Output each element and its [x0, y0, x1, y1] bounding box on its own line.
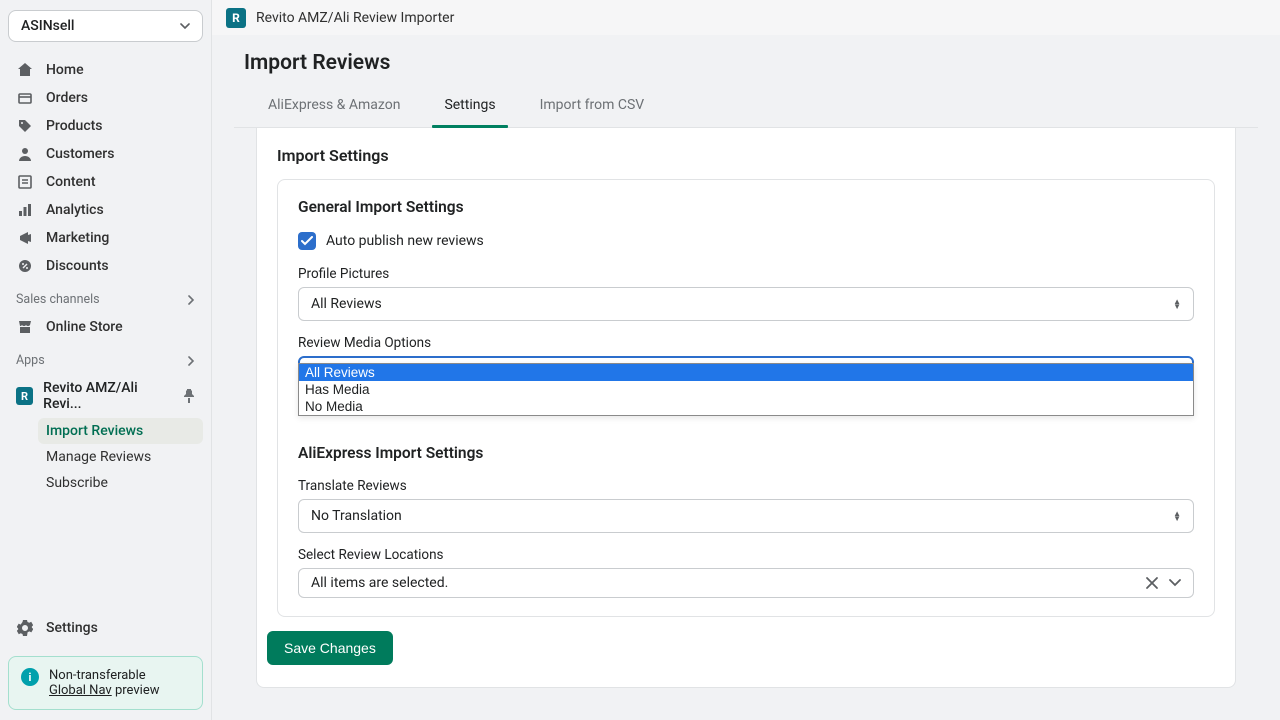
settings-nav: Settings: [8, 614, 203, 642]
page-header: Import Reviews: [212, 35, 1280, 83]
media-options-label: Review Media Options: [298, 335, 1194, 351]
analytics-icon: [16, 201, 34, 219]
pin-icon[interactable]: [183, 389, 195, 403]
tabs-container: AliExpress & Amazon Settings Import from…: [212, 83, 1280, 688]
subnav-subscribe[interactable]: Subscribe: [38, 470, 203, 496]
settings-card: General Import Settings Auto publish new…: [277, 179, 1215, 617]
global-nav-link[interactable]: Global Nav: [49, 683, 112, 698]
nav-online-store[interactable]: Online Store: [8, 313, 203, 341]
dropdown-option-no-media[interactable]: No Media: [299, 398, 1193, 415]
review-locations-select[interactable]: All items are selected.: [298, 568, 1194, 598]
auto-publish-label: Auto publish new reviews: [326, 233, 484, 249]
sidebar: ASINsell Home Orders Products Customers …: [0, 0, 212, 720]
select-arrows-icon: ▲▼: [1173, 511, 1181, 521]
primary-nav: Home Orders Products Customers Content A…: [8, 56, 203, 280]
info-icon: i: [21, 668, 39, 686]
chevron-down-icon: [180, 23, 190, 29]
select-arrows-icon: ▲▼: [1173, 299, 1181, 309]
dropdown-option-all-reviews[interactable]: All Reviews: [299, 364, 1193, 381]
subnav-manage-reviews[interactable]: Manage Reviews: [38, 444, 203, 470]
main: R Revito AMZ/Ali Review Importer Import …: [212, 0, 1280, 720]
tab-import-csv[interactable]: Import from CSV: [518, 83, 667, 127]
translate-reviews-select[interactable]: No Translation ▲▼: [298, 499, 1194, 533]
chevron-right-icon[interactable]: [187, 356, 195, 366]
clear-icon[interactable]: [1145, 576, 1159, 590]
review-locations-label: Select Review Locations: [298, 547, 1194, 563]
translate-reviews-label: Translate Reviews: [298, 478, 1194, 494]
content-icon: [16, 173, 34, 191]
nav-marketing[interactable]: Marketing: [8, 224, 203, 252]
app-bar: R Revito AMZ/Ali Review Importer: [212, 0, 1280, 35]
subnav-import-reviews[interactable]: Import Reviews: [38, 418, 203, 444]
apps-header: Apps: [8, 341, 203, 374]
app-logo-icon: R: [226, 8, 246, 28]
sales-channels: Online Store: [8, 313, 203, 341]
profile-pictures-select[interactable]: All Reviews ▲▼: [298, 287, 1194, 321]
store-selector[interactable]: ASINsell: [8, 10, 203, 42]
import-settings-heading: Import Settings: [277, 146, 1215, 165]
media-options-dropdown: All Reviews Has Media No Media: [298, 363, 1194, 416]
nav-settings[interactable]: Settings: [8, 614, 203, 642]
aliexpress-settings-heading: AliExpress Import Settings: [298, 444, 1194, 462]
nav-home[interactable]: Home: [8, 56, 203, 84]
marketing-icon: [16, 229, 34, 247]
sales-channels-header: Sales channels: [8, 280, 203, 313]
tab-settings[interactable]: Settings: [422, 83, 517, 127]
nav-content[interactable]: Content: [8, 168, 203, 196]
auto-publish-checkbox[interactable]: [298, 232, 316, 250]
general-settings-heading: General Import Settings: [298, 198, 1194, 216]
tabs: AliExpress & Amazon Settings Import from…: [234, 83, 1258, 128]
nav-analytics[interactable]: Analytics: [8, 196, 203, 224]
products-icon: [16, 117, 34, 135]
chevron-right-icon[interactable]: [187, 295, 195, 305]
store-name: ASINsell: [21, 18, 75, 34]
dropdown-option-has-media[interactable]: Has Media: [299, 381, 1193, 398]
gear-icon: [16, 619, 34, 637]
chevron-down-icon[interactable]: [1169, 579, 1181, 587]
page-title: Import Reviews: [244, 51, 1248, 75]
auto-publish-field: Auto publish new reviews: [298, 232, 1194, 250]
nav-orders[interactable]: Orders: [8, 84, 203, 112]
app-bar-title: Revito AMZ/Ali Review Importer: [256, 10, 454, 26]
nav-customers[interactable]: Customers: [8, 140, 203, 168]
tab-aliexpress-amazon[interactable]: AliExpress & Amazon: [246, 83, 422, 127]
app-revito[interactable]: R Revito AMZ/Ali Revi...: [8, 374, 203, 418]
app-subnav: Import Reviews Manage Reviews Subscribe: [8, 418, 203, 496]
store-icon: [16, 318, 34, 336]
settings-panel: Import Settings General Import Settings …: [256, 128, 1236, 688]
nav-products[interactable]: Products: [8, 112, 203, 140]
profile-pictures-label: Profile Pictures: [298, 266, 1194, 282]
save-button[interactable]: Save Changes: [267, 631, 393, 665]
customers-icon: [16, 145, 34, 163]
orders-icon: [16, 89, 34, 107]
preview-notice: i Non-transferable Global Nav preview: [8, 656, 203, 710]
discounts-icon: [16, 257, 34, 275]
nav-discounts[interactable]: Discounts: [8, 252, 203, 280]
home-icon: [16, 61, 34, 79]
app-logo-icon: R: [16, 387, 33, 405]
